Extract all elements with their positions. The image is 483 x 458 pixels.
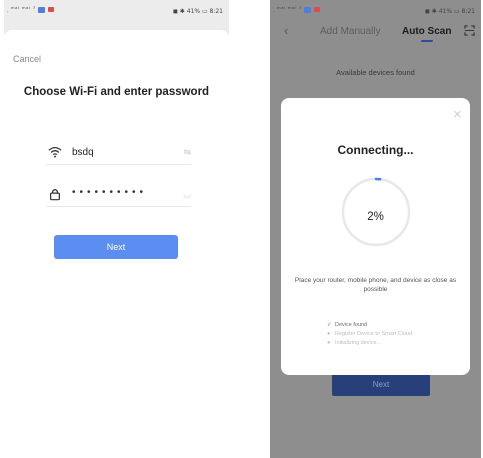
scan-icon[interactable] [464, 25, 475, 36]
status-right: ◼ ✱ 41% ▭ 8:21 [172, 8, 223, 15]
step-initializing: ● Initializing device... [327, 340, 382, 346]
notification-icon [313, 7, 320, 12]
status-bar: ᷊ ᵐᵃˡ ᵐᵃˡ ⁷ ◼ ✱ 41% ▭ 8:21 [270, 0, 481, 22]
cancel-button[interactable]: Cancel [13, 54, 41, 64]
wifi-icon [48, 147, 62, 158]
wifi-password-sheet: Cancel Choose Wi-Fi and enter password b… [4, 30, 229, 458]
pending-dot-icon: ● [327, 340, 331, 346]
status-right: ◼ ✱ 41% ▭ 8:21 [424, 8, 475, 15]
step-device-found: ✓ Device found [327, 322, 368, 328]
divider [46, 164, 191, 165]
back-icon[interactable]: ‹ [284, 23, 288, 38]
page-title: Choose Wi-Fi and enter password [23, 86, 210, 98]
connection-steps: ✓ Device found ● Register Device to Smart … [327, 321, 412, 348]
connecting-dialog: ✕ Connecting... 2% Place your router, mo… [281, 98, 470, 375]
next-button[interactable]: Next [54, 235, 178, 259]
wifi-network-field[interactable]: bsdq ⇋ [46, 143, 191, 165]
available-devices-label: Available devices found [336, 68, 415, 77]
wifi-setup-screen: ᷊ ᵐᵃˡ ᵐᵃˡ ⁷ ◼ ✱ 41% ▭ 8:21 Cancel Choose… [4, 0, 229, 458]
status-left: ᷊ ᵐᵃˡ ᵐᵃˡ ⁷ [274, 6, 320, 13]
switch-network-icon[interactable]: ⇋ [183, 147, 191, 158]
notification-icon [47, 7, 54, 12]
app-notification-icon [304, 6, 312, 13]
tab-add-manually[interactable]: Add Manually [320, 26, 381, 37]
status-left: ᷊ ᵐᵃˡ ᵐᵃˡ ⁷ [8, 6, 54, 13]
auto-scan-screen: ᷊ ᵐᵃˡ ᵐᵃˡ ⁷ ◼ ✱ 41% ▭ 8:21 ‹ Add Manuall… [270, 0, 481, 458]
active-tab-indicator [421, 40, 433, 42]
divider [46, 206, 191, 207]
wifi-ssid: bsdq [72, 147, 94, 158]
pending-dot-icon: ● [327, 331, 331, 337]
lock-icon [50, 189, 60, 201]
background-next-button: Next [332, 374, 430, 396]
password-field[interactable]: •••••••••• ◡ [46, 185, 191, 207]
top-nav: ‹ Add Manually Auto Scan [270, 20, 481, 44]
dialog-title: Connecting... [337, 143, 414, 157]
step-register-cloud: ● Register Device to Smart Cloud [327, 331, 413, 337]
app-notification-icon [38, 6, 46, 13]
status-bar: ᷊ ᵐᵃˡ ᵐᵃˡ ⁷ ◼ ✱ 41% ▭ 8:21 [4, 0, 229, 22]
progress-percent: 2% [367, 211, 384, 223]
placement-hint: Place your router, mobile phone, and dev… [294, 277, 457, 293]
check-icon: ✓ [327, 322, 332, 328]
tab-auto-scan[interactable]: Auto Scan [402, 26, 451, 37]
close-icon[interactable]: ✕ [453, 108, 462, 121]
password-value: •••••••••• [72, 187, 148, 198]
toggle-visibility-icon[interactable]: ◡ [183, 189, 191, 200]
